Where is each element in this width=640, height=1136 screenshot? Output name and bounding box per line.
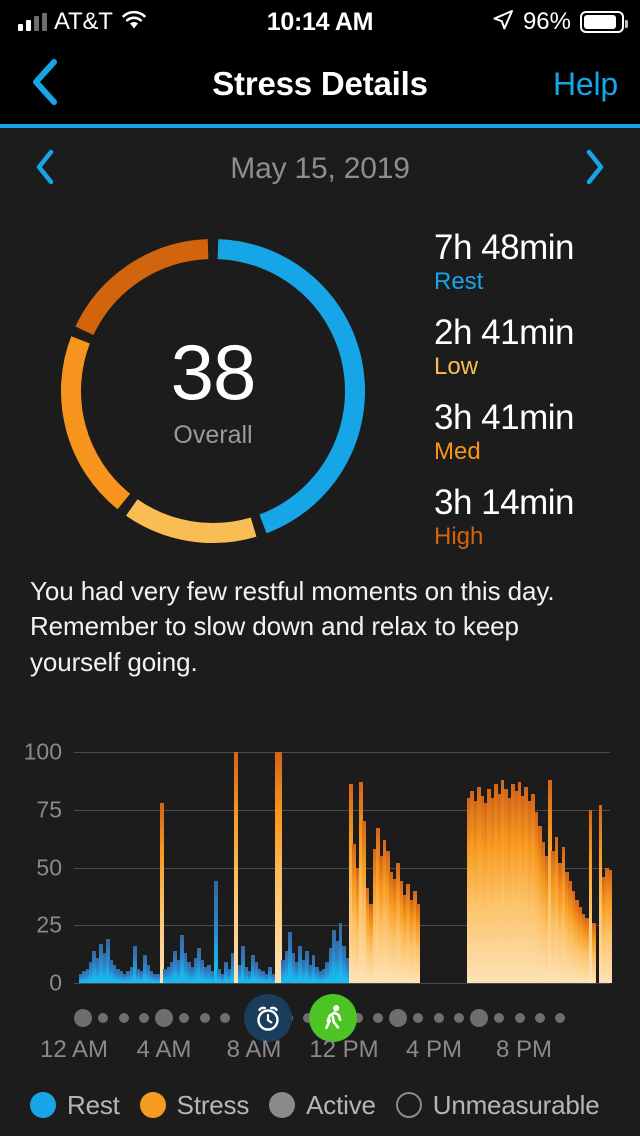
timeline-dot [534,1013,545,1023]
chart-bar-stress [591,922,596,983]
donut-segment-high [75,239,209,336]
timeline-dot [494,1013,505,1023]
page-title: Stress Details [212,65,428,102]
timeline-dot [98,1013,109,1023]
stat-value: 2h 41min [434,312,574,352]
battery-percent-label: 96% [522,8,571,35]
x-axis-tick-label: 4 PM [405,1036,463,1063]
legend-label: Active [306,1089,376,1120]
timeline-dot [372,1013,383,1023]
stat-label: Med [434,438,481,466]
y-axis-tick-label: 100 [23,738,62,765]
donut-segment-med [61,336,131,510]
next-day-button[interactable] [562,128,628,210]
legend-item-active: Active [269,1090,376,1121]
x-axis-labels: 12 AM 4 AM 8 AM 12 PM 4 PM 8 PM [0,1036,640,1072]
timeline-dot [389,1009,407,1027]
y-axis-tick-label: 0 [49,969,62,996]
legend-swatch-icon [269,1092,296,1118]
timeline-dot [199,1013,210,1023]
navigation-bar: Stress Details Help [0,44,640,124]
stress-description: You had very few restful moments on this… [30,576,555,677]
donut-segment-low [126,499,257,543]
timeline-dot [470,1009,488,1027]
timeline-dot [74,1009,92,1027]
donut-segment-rest [217,239,365,534]
stress-donut-chart: 38 Overall [48,232,378,550]
location-arrow-icon [492,9,514,36]
timeline-dot [413,1013,424,1023]
chart-plot-area [74,752,614,1002]
stat-label: Low [434,353,479,381]
timeline-dot [453,1013,464,1023]
chart-bars [74,752,614,983]
timeline-dot [555,1013,565,1023]
y-axis-tick-label: 50 [36,854,62,880]
legend-item-rest: Rest [30,1090,120,1121]
chart-bar-stress [608,869,613,983]
legend-swatch-icon [395,1092,422,1118]
legend-swatch-icon [30,1092,56,1118]
timeline-dot [155,1009,173,1027]
stat-row-low: 2h 41min Low [434,313,640,382]
stat-row-med: 3h 41min Med [434,398,640,467]
status-bar-right: 96% [492,0,628,44]
chart-bar-stress [159,802,164,983]
stat-row-high: 3h 14min High [434,483,640,552]
stress-stats-list: 7h 48min Rest 2h 41min Low 3h 41min Med … [434,228,640,568]
timeline-dot [433,1013,444,1023]
x-axis-tick-label: 8 PM [495,1036,553,1063]
chevron-right-icon [584,149,606,190]
chart-legend: Rest Stress Active Unmeasurable [0,1074,640,1136]
chart-bar-stress [234,752,238,983]
stat-value: 3h 14min [434,482,574,522]
stat-value: 7h 48min [434,228,574,267]
chart-bar-stress [278,752,282,983]
date-navigation: May 15, 2019 [0,128,640,210]
clock-label: 10:14 AM [266,7,374,36]
x-axis-tick-label: 12 PM [309,1036,379,1063]
chart-bar-stress [416,904,421,983]
current-date-label: May 15, 2019 [230,152,410,185]
y-axis-tick-label: 75 [36,796,62,823]
stress-details-screen: AT&T 10:14 AM 96% Stress Details Help Ma… [0,0,640,1136]
timeline-dot [179,1013,190,1023]
timeline-dot [514,1013,525,1023]
y-axis-tick-label: 25 [36,911,62,938]
alarm-clock-icon[interactable] [243,994,292,1042]
running-person-icon[interactable] [308,994,357,1042]
stress-summary: 38 Overall 7h 48min Rest 2h 41min Low 3h… [0,214,640,566]
stat-label: High [434,523,484,551]
battery-icon [580,11,628,33]
timeline-markers-strip [0,994,640,1042]
legend-label: Rest [67,1089,120,1120]
stat-value: 3h 41min [434,397,574,437]
timeline-dot [138,1013,149,1023]
x-axis-tick-label: 4 AM [136,1036,192,1063]
donut-svg [61,239,365,543]
legend-swatch-icon [139,1092,166,1118]
gridline [74,983,610,984]
help-button[interactable]: Help [553,44,618,124]
timeline-dot [219,1013,230,1023]
stat-label: Rest [434,268,484,296]
y-axis-labels: 0 25 50 75 100 [0,739,62,1002]
legend-item-stress: Stress [139,1089,250,1121]
timeline-dot [118,1013,129,1023]
legend-label: Stress [176,1089,250,1120]
status-bar: AT&T 10:14 AM 96% [0,0,640,44]
x-axis-tick-label: 8 AM [226,1036,282,1063]
legend-label: Unmeasurable [432,1089,600,1120]
chart-bar-rest [213,881,218,983]
stress-timeline-chart: 0 25 50 75 100 [0,739,640,1002]
stat-row-rest: 7h 48min Rest [434,228,640,297]
legend-item-unmeasurable: Unmeasurable [395,1089,600,1121]
x-axis-tick-label: 12 AM [39,1036,109,1063]
